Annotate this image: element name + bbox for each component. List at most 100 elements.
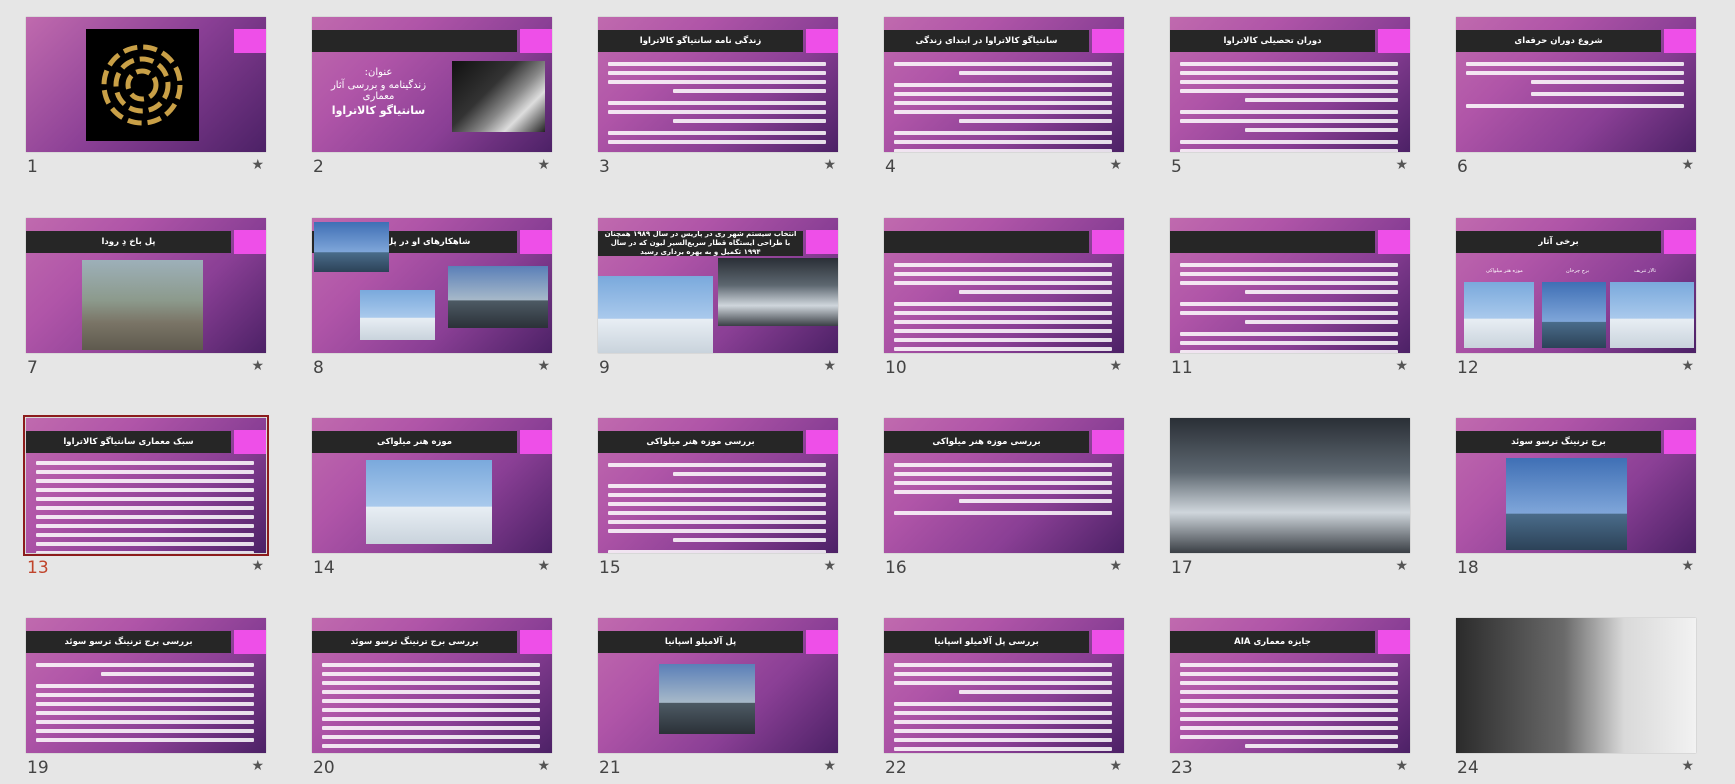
slide-thumbnail-10[interactable]: 10 ★	[884, 218, 1124, 384]
text-line	[322, 717, 540, 721]
slide-thumbnail-5[interactable]: دوران تحصیلی کالاتراوا 5 ★	[1170, 17, 1410, 183]
slide-title: بررسی موزه هنر میلواکی	[884, 431, 1089, 453]
animation-star-icon[interactable]: ★	[537, 157, 550, 173]
slide-number: 2	[313, 157, 324, 177]
slide-thumbnail-23[interactable]: جایزه معماری AIA 23 ★	[1170, 618, 1410, 784]
accent-block	[520, 430, 552, 454]
slide-thumbnail-20[interactable]: بررسی برج ترنینگ ترسو سوئد 20 ★	[312, 618, 552, 784]
animation-star-icon[interactable]: ★	[823, 157, 836, 173]
bridge-photo-3	[448, 266, 548, 328]
slide-title: دوران تحصیلی کالاتراوا	[1170, 30, 1375, 52]
slide-number: 22	[885, 758, 907, 778]
slide-number: 12	[1457, 358, 1479, 378]
animation-star-icon[interactable]: ★	[1109, 558, 1122, 574]
text-line	[894, 263, 1112, 267]
accent-block	[234, 430, 266, 454]
animation-star-icon[interactable]: ★	[1109, 358, 1122, 374]
text-line	[322, 699, 540, 703]
bridge-photo-2	[360, 290, 435, 340]
subtitle-line: زندگینامه و بررسی آثار معماری	[330, 80, 427, 102]
animation-star-icon[interactable]: ★	[251, 157, 264, 173]
text-line	[894, 490, 1112, 494]
animation-star-icon[interactable]: ★	[1681, 758, 1694, 774]
text-line	[36, 515, 254, 519]
slide-thumbnail-3[interactable]: زندگی نامه سانتیاگو کالاتراوا 3 ★	[598, 17, 838, 183]
text-line	[608, 71, 826, 75]
animation-star-icon[interactable]: ★	[537, 558, 550, 574]
animation-star-icon[interactable]: ★	[823, 358, 836, 374]
slide-number: 19	[27, 758, 49, 778]
slide-number: 7	[27, 358, 38, 378]
slide-preview: بررسی برج ترنینگ ترسو سوئد	[312, 618, 552, 753]
text-line	[959, 119, 1112, 123]
text-line	[36, 524, 254, 528]
slide-title: بررسی پل آلامیلو اسپانیا	[884, 631, 1089, 653]
slide-thumbnail-22[interactable]: بررسی پل آلامیلو اسپانیا 22 ★	[884, 618, 1124, 784]
accent-block	[1092, 630, 1124, 654]
slide-sorter-grid: 1 ★ عنوان: زندگینامه و بررسی آثار معماری سان…	[0, 0, 1735, 783]
text-line	[322, 735, 540, 739]
text-line	[1180, 71, 1398, 75]
accent-block	[806, 29, 838, 53]
animation-star-icon[interactable]: ★	[1395, 758, 1408, 774]
text-line	[36, 497, 254, 501]
text-line	[894, 320, 1112, 324]
animation-star-icon[interactable]: ★	[537, 758, 550, 774]
slide-preview: بررسی برج ترنینگ ترسو سوئد	[26, 618, 266, 753]
slide-body-text	[1466, 57, 1684, 112]
accent-block	[520, 29, 552, 53]
text-line	[608, 463, 826, 467]
animation-star-icon[interactable]: ★	[1395, 558, 1408, 574]
text-line	[894, 663, 1112, 667]
slide-number: 8	[313, 358, 324, 378]
slide-number: 14	[313, 558, 335, 578]
animation-star-icon[interactable]: ★	[1395, 157, 1408, 173]
slide-thumbnail-6[interactable]: شروع دوران حرفه‌ای 6 ★	[1456, 17, 1696, 183]
text-line	[101, 672, 254, 676]
slide-thumbnail-4[interactable]: سانتیاگو کالاتراوا در ابتدای زندگی 4 ★	[884, 17, 1124, 183]
animation-star-icon[interactable]: ★	[1681, 558, 1694, 574]
slide-thumbnail-2[interactable]: عنوان: زندگینامه و بررسی آثار معماری سانتی…	[312, 17, 552, 183]
text-line	[1180, 332, 1398, 336]
animation-star-icon[interactable]: ★	[251, 758, 264, 774]
animation-star-icon[interactable]: ★	[1109, 157, 1122, 173]
text-line	[1531, 80, 1684, 84]
slide-thumbnail-11[interactable]: 11 ★	[1170, 218, 1410, 384]
slide-thumbnail-16[interactable]: بررسی موزه هنر میلواکی 16 ★	[884, 418, 1124, 584]
animation-star-icon[interactable]: ★	[1395, 358, 1408, 374]
slide-thumbnail-24[interactable]: 24 ★	[1456, 618, 1696, 784]
text-line	[673, 538, 826, 542]
animation-star-icon[interactable]: ★	[251, 358, 264, 374]
slide-number: 5	[1171, 157, 1182, 177]
slide-thumbnail-21[interactable]: پل آلامیلو اسپانیا 21 ★	[598, 618, 838, 784]
slide-number: 9	[599, 358, 610, 378]
animation-star-icon[interactable]: ★	[1681, 157, 1694, 173]
slide-thumbnail-17[interactable]: 17 ★	[1170, 418, 1410, 584]
text-line	[1180, 119, 1398, 123]
animation-star-icon[interactable]: ★	[1681, 358, 1694, 374]
station-photo-2	[718, 258, 838, 326]
slide-title: زندگی نامه سانتیاگو کالاتراوا	[598, 30, 803, 52]
animation-star-icon[interactable]: ★	[251, 558, 264, 574]
slide-thumbnail-15[interactable]: بررسی موزه هنر میلواکی 15 ★	[598, 418, 838, 584]
slide-thumbnail-1[interactable]: 1 ★	[26, 17, 266, 183]
slide-thumbnail-14[interactable]: موزه هنر میلواکی 14 ★	[312, 418, 552, 584]
text-line	[1180, 311, 1398, 315]
slide-thumbnail-9[interactable]: انتخاب سیستم شهر ری در پاریس در سال ۱۹۸۹…	[598, 218, 838, 384]
text-line	[673, 119, 826, 123]
slide-preview: پل آلامیلو اسپانیا	[598, 618, 838, 753]
slide-thumbnail-12[interactable]: برخی آثار تالار تنریف برج چرخان موزه هنر می…	[1456, 218, 1696, 384]
slide-thumbnail-18[interactable]: برج ترنینگ ترسو سوئد 18 ★	[1456, 418, 1696, 584]
slide-thumbnail-19[interactable]: بررسی برج ترنینگ ترسو سوئد 19 ★	[26, 618, 266, 784]
animation-star-icon[interactable]: ★	[1109, 758, 1122, 774]
animation-star-icon[interactable]: ★	[823, 558, 836, 574]
animation-star-icon[interactable]: ★	[537, 358, 550, 374]
slide-thumbnail-7[interactable]: پل باخ دِ رودا 7 ★	[26, 218, 266, 384]
slide-thumbnail-13[interactable]: سبک معماری سانتیاگو کالاتراوا 13 ★	[23, 415, 269, 584]
animation-star-icon[interactable]: ★	[823, 758, 836, 774]
slide-title: بررسی برج ترنینگ ترسو سوئد	[312, 631, 517, 653]
slide-title: پل آلامیلو اسپانیا	[598, 631, 803, 653]
slide-thumbnail-8[interactable]: شاهکارهای او در پل سازی 8 ★	[312, 218, 552, 384]
text-line	[1180, 735, 1398, 739]
text-line	[894, 92, 1112, 96]
